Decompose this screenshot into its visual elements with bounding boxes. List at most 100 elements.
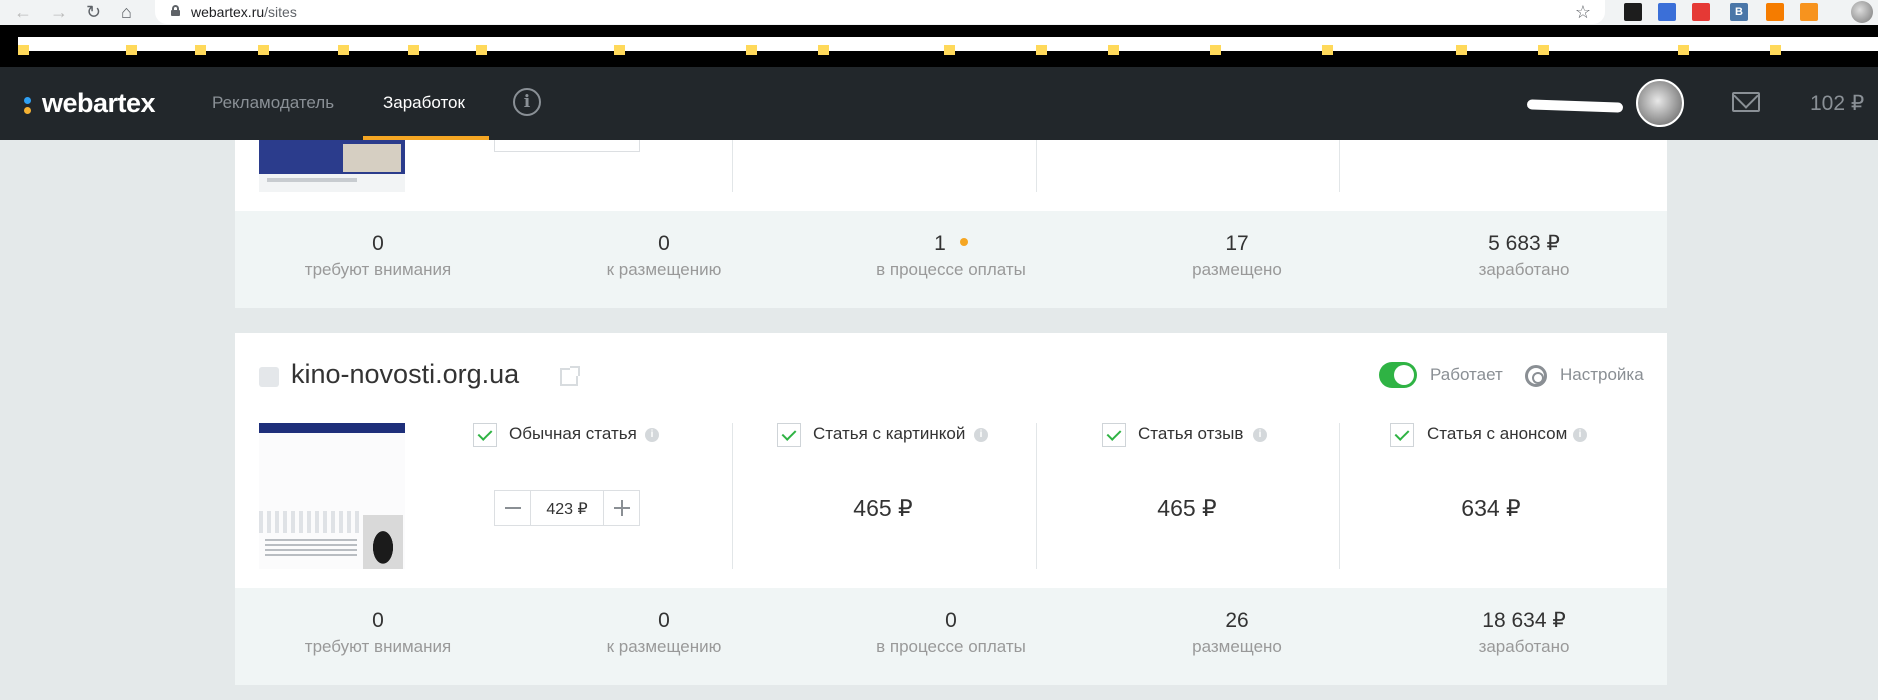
extension-icon[interactable]	[1658, 3, 1676, 21]
column-divider	[732, 423, 733, 569]
stat-value: 5 683 ₽	[1488, 232, 1560, 255]
stat-payment-pending[interactable]: 0 в процессе оплаты	[831, 608, 1071, 658]
article-price: 465 ₽	[853, 495, 913, 521]
bookmark-icon[interactable]	[746, 45, 757, 55]
stat-to-place[interactable]: 0 к размещению	[544, 231, 784, 281]
column-divider	[1036, 423, 1037, 569]
stat-value: 0	[372, 232, 384, 255]
external-link-icon[interactable]	[560, 366, 580, 386]
site-card: kino-novosti.org.ua Работает Настройка О…	[235, 333, 1667, 685]
site-thumbnail[interactable]	[259, 140, 405, 192]
bookmark-icon[interactable]	[126, 45, 137, 55]
mail-icon[interactable]	[1732, 83, 1760, 112]
bookmark-icon[interactable]	[195, 45, 206, 55]
price-stepper[interactable]	[494, 140, 640, 152]
article-type-label: Статья с анонсом	[1427, 424, 1568, 443]
stat-value: 1	[831, 231, 1071, 257]
quantity-stepper: 423 ₽	[494, 490, 640, 526]
article-type-checkbox[interactable]	[777, 423, 801, 447]
stat-value: 0	[945, 609, 957, 632]
pending-dot-icon	[959, 238, 968, 247]
hint-icon[interactable]: i	[974, 428, 988, 442]
article-type-label: Статья отзыв	[1138, 424, 1244, 443]
stat-value: 17	[1225, 232, 1249, 255]
bookmark-icon[interactable]	[614, 45, 625, 55]
article-type-checkbox[interactable]	[473, 423, 497, 447]
reload-icon[interactable]: ↻	[86, 1, 101, 23]
extension-icon[interactable]	[1624, 3, 1642, 21]
bookmark-icon[interactable]	[1770, 45, 1781, 55]
site-card: 0 требуют внимания 0 к размещению 1 в пр…	[235, 140, 1667, 308]
url-text: webartex.ru/sites	[191, 4, 297, 20]
browser-profile-avatar[interactable]	[1851, 1, 1873, 23]
bookmark-icon[interactable]	[338, 45, 349, 55]
extension-icon[interactable]	[1800, 3, 1818, 21]
site-stats: 0 требуют внимания 0 к размещению 0 в пр…	[235, 588, 1667, 685]
stat-label: размещено	[1192, 260, 1282, 279]
extension-icon[interactable]	[1692, 3, 1710, 21]
stat-value: 0	[372, 609, 384, 632]
bookmark-icon[interactable]	[1210, 45, 1221, 55]
bookmark-icon[interactable]	[1456, 45, 1467, 55]
bookmark-icon[interactable]	[818, 45, 829, 55]
gear-icon[interactable]	[1525, 365, 1547, 387]
stat-payment-pending[interactable]: 1 в процессе оплаты	[831, 231, 1071, 281]
extension-icon-vk[interactable]: B	[1730, 3, 1748, 21]
site-thumbnail[interactable]	[259, 423, 405, 569]
bookmark-icon[interactable]	[408, 45, 419, 55]
extension-icon-rss[interactable]	[1766, 3, 1784, 21]
home-icon[interactable]: ⌂	[121, 1, 132, 23]
bookmark-icon[interactable]	[476, 45, 487, 55]
site-status-toggle[interactable]	[1379, 362, 1417, 388]
stat-value: 26	[1225, 609, 1249, 632]
stat-earned[interactable]: 5 683 ₽ заработано	[1404, 231, 1644, 281]
hint-icon[interactable]: i	[1253, 428, 1267, 442]
logo-icon	[24, 97, 32, 117]
stat-label: в процессе оплаты	[876, 260, 1026, 279]
increment-button[interactable]	[603, 491, 639, 525]
stat-to-place[interactable]: 0 к размещению	[544, 608, 784, 658]
bookmark-icon[interactable]	[1108, 45, 1119, 55]
bookmark-icon[interactable]	[1322, 45, 1333, 55]
stat-attention[interactable]: 0 требуют внимания	[258, 608, 498, 658]
price-input[interactable]: 423 ₽	[531, 499, 603, 519]
stat-label: требуют внимания	[304, 260, 452, 279]
stat-label: заработано	[1478, 260, 1570, 279]
stat-attention[interactable]: 0 требуют внимания	[258, 231, 498, 281]
stat-placed[interactable]: 17 размещено	[1117, 231, 1357, 281]
bookmark-icon[interactable]	[258, 45, 269, 55]
bookmark-icon[interactable]	[1538, 45, 1549, 55]
app-header: webartex Рекламодатель Заработок i 102 ₽	[0, 67, 1878, 140]
balance[interactable]: 102 ₽	[1810, 91, 1864, 116]
site-name[interactable]: kino-novosti.org.ua	[291, 359, 519, 390]
arrow-left-icon[interactable]: ←	[14, 1, 32, 23]
arrow-right-icon[interactable]: →	[50, 1, 68, 23]
hint-icon[interactable]: i	[1573, 428, 1587, 442]
column-divider	[732, 140, 733, 192]
decrement-button[interactable]	[495, 491, 531, 525]
bookmarks-bar	[0, 25, 1878, 67]
address-bar[interactable]: webartex.ru/sites ☆	[155, 0, 1605, 24]
settings-link[interactable]: Настройка	[1560, 365, 1644, 385]
stat-label: требуют внимания	[304, 637, 452, 656]
bookmark-icon[interactable]	[1678, 45, 1689, 55]
stat-placed[interactable]: 26 размещено	[1117, 608, 1357, 658]
site-select-checkbox[interactable]	[259, 367, 279, 387]
nav-advertiser[interactable]: Рекламодатель	[212, 93, 334, 113]
bookmark-icon[interactable]	[18, 45, 29, 55]
hint-icon[interactable]: i	[645, 428, 659, 442]
star-icon[interactable]: ☆	[1575, 0, 1591, 24]
stat-earned[interactable]: 18 634 ₽ заработано	[1404, 608, 1644, 658]
article-type-checkbox[interactable]	[1390, 423, 1414, 447]
avatar[interactable]	[1636, 79, 1684, 127]
stat-value: 0	[658, 232, 670, 255]
article-type-checkbox[interactable]	[1102, 423, 1126, 447]
nav-earnings[interactable]: Заработок	[383, 93, 465, 113]
user-name-redacted[interactable]	[1526, 99, 1624, 113]
bookmark-icon[interactable]	[1036, 45, 1047, 55]
article-type-label: Статья с картинкой	[813, 424, 966, 443]
bookmark-icon[interactable]	[944, 45, 955, 55]
info-icon[interactable]: i	[513, 88, 541, 116]
article-price: 465 ₽	[1157, 495, 1217, 521]
stat-value: 0	[658, 609, 670, 632]
